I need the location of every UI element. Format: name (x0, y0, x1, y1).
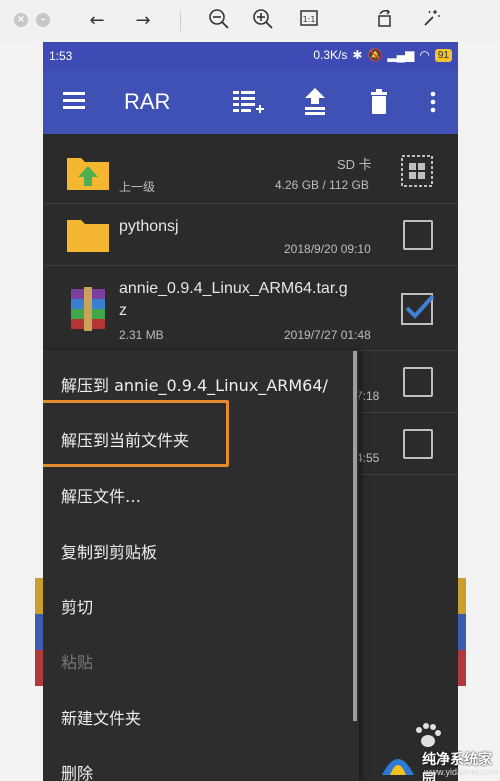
edge-fragment (458, 650, 466, 686)
list-item-folder[interactable]: pythonsj 2018/9/20 09:10 (43, 204, 458, 266)
image-viewer-toolbar: × – ← → 1:1 (0, 0, 500, 42)
file-date: 7:18 (356, 389, 380, 403)
storage-size: 4.26 GB / 112 GB (275, 178, 369, 192)
rar-archive-icon (71, 287, 105, 331)
close-window-icon[interactable]: × (14, 13, 28, 27)
zoom-in-icon[interactable] (250, 8, 276, 34)
list-item-parent[interactable]: 上一级 SD 卡 4.26 GB / 112 GB (43, 134, 458, 204)
rotate-icon[interactable] (372, 8, 398, 34)
menu-item-extract-to-folder[interactable]: 解压到 annie_0.9.4_Linux_ARM64/ (61, 372, 328, 396)
edge-fragment (35, 650, 43, 686)
app-title: RAR (124, 89, 171, 114)
storage-label: SD 卡 (337, 157, 372, 172)
signal-icon: ▂▄▆ (387, 48, 415, 62)
add-to-archive-icon[interactable] (229, 84, 265, 120)
context-menu: 解压到 annie_0.9.4_Linux_ARM64/ 解压到当前文件夹 解压… (43, 351, 359, 781)
forward-arrow-icon[interactable]: → (130, 8, 156, 34)
back-arrow-icon[interactable]: ← (84, 8, 110, 34)
network-speed: 0.3K/s (313, 48, 348, 62)
file-date: 2019/7/27 01:48 (284, 328, 371, 342)
phone-screen: 1:53 0.3K/s ✱ 🔕 ▂▄▆ ◠ 91 RAR 上一级 SD 卡 4.… (43, 42, 458, 781)
watermark-url: www.yidaimei.com (424, 767, 499, 777)
minimize-window-icon[interactable]: – (36, 13, 50, 27)
bluetooth-icon: ✱ (352, 48, 363, 62)
select-checkbox[interactable] (403, 220, 433, 250)
file-date: 2018/9/20 09:10 (284, 242, 371, 256)
select-checkbox[interactable] (403, 429, 433, 459)
highlight-annotation (43, 400, 229, 467)
magic-wand-icon[interactable] (418, 8, 444, 34)
more-options-icon[interactable] (421, 84, 457, 120)
toolbar-divider (180, 11, 181, 31)
menu-scrollbar[interactable] (353, 351, 357, 721)
svg-text:1:1: 1:1 (303, 15, 316, 24)
file-size: 2.31 MB (119, 328, 164, 342)
battery-icon: 91 (434, 48, 452, 62)
file-name-wrap: z (119, 302, 127, 319)
app-toolbar: RAR (43, 70, 458, 134)
parent-label: 上一级 (119, 180, 156, 194)
status-bar: 1:53 0.3K/s ✱ 🔕 ▂▄▆ ◠ 91 (43, 42, 458, 70)
watermark: 纯净系统家园 www.yidaimei.com (360, 743, 500, 781)
hamburger-menu-icon[interactable] (63, 92, 85, 110)
file-date: 4:55 (356, 451, 380, 465)
list-item-archive[interactable]: annie_0.9.4_Linux_ARM64.tar.g z 2.31 MB … (43, 266, 458, 351)
delete-icon[interactable] (361, 84, 397, 120)
file-name: annie_0.9.4_Linux_ARM64.tar.g (119, 280, 348, 297)
actual-size-icon[interactable]: 1:1 (296, 8, 322, 34)
folder-up-icon (67, 158, 109, 190)
select-checkbox[interactable] (403, 367, 433, 397)
edge-fragment (458, 614, 466, 650)
edge-fragment (35, 578, 43, 614)
edge-fragment (35, 614, 43, 650)
status-time: 1:53 (49, 49, 73, 63)
zoom-out-icon[interactable] (206, 8, 232, 34)
file-name: pythonsj (119, 218, 179, 235)
wifi-icon: ◠ (419, 48, 430, 62)
edge-fragment (458, 578, 466, 614)
extract-archive-icon[interactable] (297, 84, 333, 120)
status-icons: 0.3K/s ✱ 🔕 ▂▄▆ ◠ 91 (313, 48, 452, 62)
folder-icon (67, 220, 109, 252)
menu-item-delete[interactable]: 删除 (61, 760, 93, 781)
watermark-logo (382, 759, 414, 775)
menu-item-new-folder[interactable]: 新建文件夹 (61, 705, 141, 729)
menu-item-paste: 粘贴 (61, 653, 94, 672)
menu-item-extract-files[interactable]: 解压文件… (61, 483, 141, 507)
select-all-icon[interactable] (400, 154, 434, 188)
menu-item-cut[interactable]: 剪切 (61, 594, 93, 618)
mute-icon: 🔕 (367, 48, 383, 62)
menu-item-copy[interactable]: 复制到剪贴板 (61, 539, 157, 563)
checked-checkbox-icon[interactable] (400, 290, 436, 326)
